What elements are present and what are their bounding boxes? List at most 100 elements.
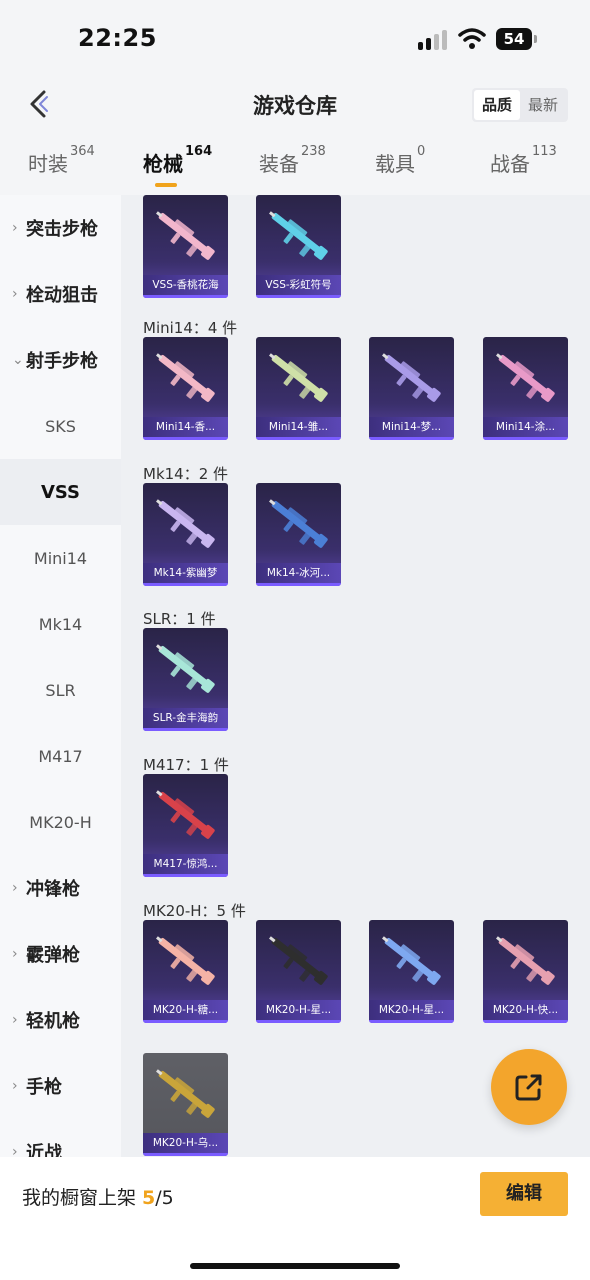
sidebar-item-sks[interactable]: SKS [0,393,121,459]
rifle-skin-icon [269,499,328,548]
rifle-skin-icon [156,936,215,985]
rifle-skin-icon [496,936,555,985]
sidebar-item-vss[interactable]: VSS [0,459,121,525]
rifle-skin-icon [156,644,215,693]
sort-by-quality-button[interactable]: 品质 [474,90,520,120]
tab-equipment[interactable]: 装备238 [259,144,326,177]
tab-fashion[interactable]: 时装364 [28,144,95,177]
rarity-bar [256,437,341,440]
rifle-skin-icon [269,211,328,260]
weapon-skin-card[interactable]: Mini14-雏... [256,337,341,440]
section-label: Mini14：4 件 [143,319,238,337]
weapon-skin-card[interactable]: VSS-彩虹符号 [256,195,341,298]
battery-icon: 54 [496,28,532,50]
sidebar-item-marksman-rifles[interactable]: ⌄ 射手步枪 [0,327,121,393]
chevron-right-icon: › [12,880,18,896]
weapon-skin-card[interactable]: MK20-H-糖... [143,920,228,1023]
rarity-bar [483,437,568,440]
chevron-right-icon: › [12,1144,18,1157]
battery-tip [534,35,537,43]
weapon-skin-card[interactable]: MK20-H-快... [483,920,568,1023]
rarity-bar [483,1020,568,1023]
rarity-bar [256,583,341,586]
rifle-skin-icon [269,936,328,985]
status-bar: 22:25 54 [0,0,590,80]
sidebar-item-label: 冲锋枪 [26,879,80,900]
weapon-skin-name: Mini14-香... [143,417,228,437]
weapon-skin-name: MK20-H-糖... [143,1000,228,1020]
weapon-skin-name: MK20-H-快... [483,1000,568,1020]
weapon-skin-name: Mini14-涂... [483,417,568,437]
weapon-skin-name: VSS-彩虹符号 [256,275,341,295]
rarity-bar [143,437,228,440]
sidebar-item-mk20h[interactable]: MK20-H [0,789,121,855]
sidebar-item-label: 轻机枪 [26,1011,80,1032]
weapon-skin-card[interactable]: SLR-金丰海韵 [143,628,228,731]
sidebar-item-label: 近战 [26,1143,62,1157]
sidebar-item-mini14[interactable]: Mini14 [0,525,121,591]
sidebar-item-label: 栓动狙击 [26,285,98,306]
section-label: SLR：1 件 [143,610,216,628]
edit-button[interactable]: 编辑 [480,1172,568,1216]
tab-count: 113 [532,144,557,159]
rarity-bar [143,874,228,877]
sidebar-item-label: 射手步枪 [26,351,98,372]
weapon-skin-card[interactable]: MK20-H-乌... [143,1053,228,1156]
weapon-skin-card[interactable]: Mk14-紫幽梦 [143,483,228,586]
sidebar-item-lmg[interactable]: › 轻机枪 [0,987,121,1053]
sidebar-item-m417[interactable]: M417 [0,723,121,789]
weapon-skin-grid: VSS-香桃花海 VSS-彩虹符号 Mini14：4 件 Mini14-香... Min… [121,195,590,1157]
sidebar-item-melee[interactable]: › 近战 [0,1119,121,1157]
sort-by-latest-button[interactable]: 最新 [520,90,566,120]
share-button[interactable] [491,1049,567,1125]
tab-label: 枪械 [143,152,183,176]
sidebar-item-bolt-snipers[interactable]: › 栓动狙击 [0,261,121,327]
weapon-skin-card[interactable]: M417-惊鸿... [143,774,228,877]
weapon-skin-name: M417-惊鸿... [143,854,228,874]
rifle-skin-icon [156,353,215,402]
tab-label: 装备 [259,152,299,176]
sidebar-item-shotguns[interactable]: › 霰弹枪 [0,921,121,987]
sidebar-item-assault-rifles[interactable]: › 突击步枪 [0,195,121,261]
tab-vehicles[interactable]: 载具0 [375,144,425,177]
chevron-down-icon: ⌄ [12,352,24,368]
chevron-right-icon: › [12,1012,18,1028]
sort-toggle: 品质 最新 [472,88,568,122]
cellular-signal-icon [418,30,450,50]
weapon-skin-name: Mini14-雏... [256,417,341,437]
tab-count: 238 [301,144,326,159]
sidebar-item-pistols[interactable]: › 手枪 [0,1053,121,1119]
rifle-skin-icon [269,353,328,402]
weapon-skin-card[interactable]: Mini14-香... [143,337,228,440]
weapon-skin-card[interactable]: Mini14-梦... [369,337,454,440]
weapon-skin-card[interactable]: MK20-H-星... [369,920,454,1023]
weapon-skin-card[interactable]: Mk14-冰河... [256,483,341,586]
chevron-right-icon: › [12,220,18,236]
tab-firearms[interactable]: 枪械164 [143,144,212,177]
status-time: 22:25 [78,24,157,52]
bottom-bar: 我的橱窗上架 5/5 编辑 [0,1157,590,1280]
share-icon [515,1074,542,1101]
wifi-icon [458,28,486,49]
sidebar-item-slr[interactable]: SLR [0,657,121,723]
showcase-total-count: /5 [155,1187,174,1209]
showcase-current-count: 5 [142,1187,156,1209]
weapon-skin-card[interactable]: Mini14-涂... [483,337,568,440]
rarity-bar [143,295,228,298]
sidebar-item-smg[interactable]: › 冲锋枪 [0,855,121,921]
rarity-bar [369,437,454,440]
tab-tactical[interactable]: 战备113 [490,144,557,177]
weapon-skin-card[interactable]: MK20-H-星... [256,920,341,1023]
rarity-bar [369,1020,454,1023]
rifle-skin-icon [156,499,215,548]
tab-count: 364 [70,144,95,159]
weapon-skin-name: SLR-金丰海韵 [143,708,228,728]
rarity-bar [256,295,341,298]
sidebar-item-label: 手枪 [26,1077,62,1098]
weapon-skin-card[interactable]: VSS-香桃花海 [143,195,228,298]
weapon-skin-name: MK20-H-乌... [143,1133,228,1153]
chevron-right-icon: › [12,946,18,962]
weapon-skin-name: Mini14-梦... [369,417,454,437]
header: 游戏仓库 品质 最新 [0,80,590,130]
sidebar-item-mk14[interactable]: Mk14 [0,591,121,657]
